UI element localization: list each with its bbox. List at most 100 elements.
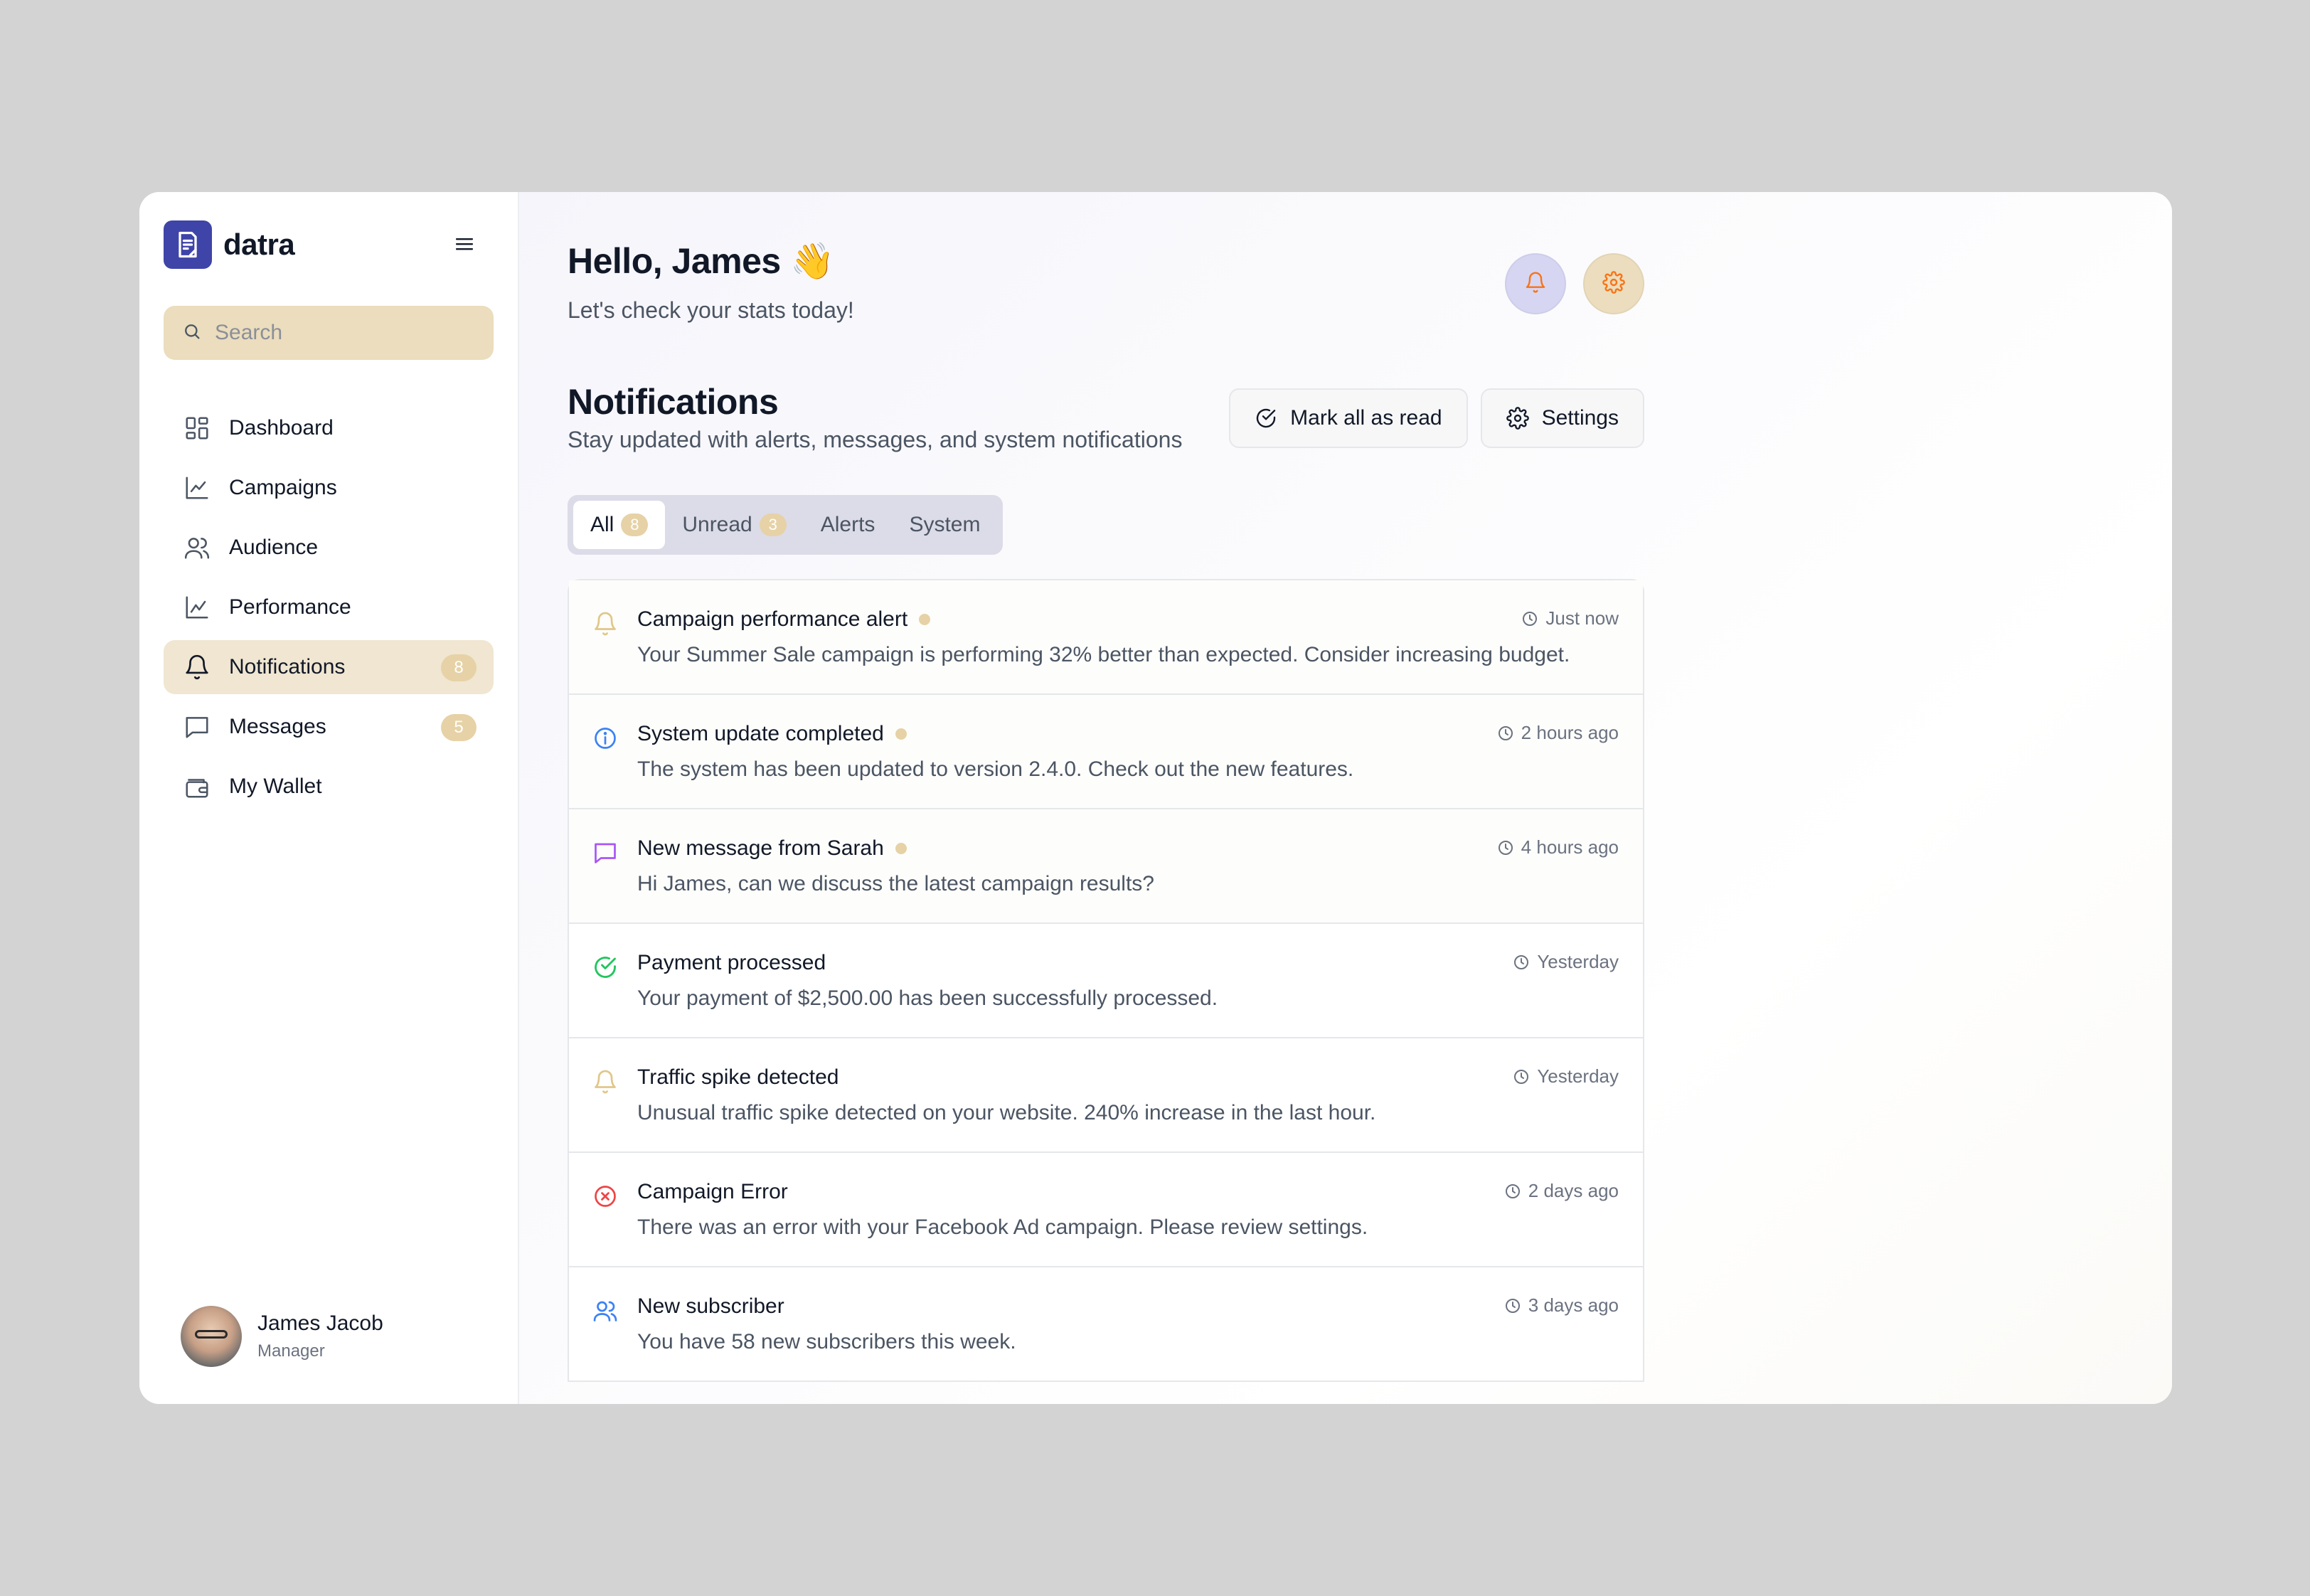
sidebar-item-wallet[interactable]: My Wallet: [164, 760, 494, 814]
header-actions: [1505, 253, 1644, 314]
bell-icon: [1524, 271, 1547, 297]
settings-button[interactable]: Settings: [1480, 388, 1644, 448]
bell-icon: [182, 652, 212, 682]
sidebar-item-audience[interactable]: Audience: [164, 521, 494, 575]
clock-icon: [1498, 725, 1513, 740]
mark-all-read-button[interactable]: Mark all as read: [1229, 388, 1468, 448]
notification-time: Just now: [1521, 607, 1619, 629]
notification-body: There was an error with your Facebook Ad…: [637, 1215, 1368, 1239]
unread-dot: [895, 728, 907, 740]
notification-item[interactable]: Campaign Error There was an error with y…: [569, 1153, 1643, 1267]
brand[interactable]: datra: [164, 220, 494, 269]
user-name: James Jacob: [257, 1312, 383, 1335]
bell-icon: [590, 609, 620, 639]
sidebar-item-label: Performance: [229, 595, 351, 619]
sidebar-item-campaigns[interactable]: Campaigns: [164, 461, 494, 515]
message-icon: [182, 712, 212, 742]
sidebar-nav: Dashboard Campaigns Audience Performance: [164, 401, 494, 814]
user-role: Manager: [257, 1341, 325, 1361]
message-icon: [590, 838, 620, 868]
notifications-title: Notifications: [568, 382, 779, 422]
sidebar-item-performance[interactable]: Performance: [164, 580, 494, 634]
settings-label: Settings: [1541, 406, 1619, 430]
notification-body: Unusual traffic spike detected on your w…: [637, 1101, 1376, 1124]
notification-actions: Mark all as read Settings: [1229, 388, 1644, 448]
clock-icon: [1498, 840, 1513, 855]
clock-icon: [1505, 1183, 1520, 1198]
search-icon: [182, 321, 202, 345]
check-circle-icon: [590, 952, 620, 982]
notification-time: Yesterday: [1513, 1065, 1619, 1087]
notification-item[interactable]: Traffic spike detected Unusual traffic s…: [569, 1038, 1643, 1153]
notification-time: 2 days ago: [1504, 1180, 1619, 1202]
tab-count-badge: 8: [621, 514, 649, 536]
info-icon: [590, 723, 620, 753]
notification-body: You have 58 new subscribers this week.: [637, 1330, 1016, 1353]
users-icon: [182, 533, 212, 563]
notification-time-text: 2 days ago: [1528, 1180, 1619, 1201]
notification-item[interactable]: New subscriber You have 58 new subscribe…: [569, 1267, 1643, 1382]
sidebar: datra Dashboard Campaigns: [139, 192, 519, 1404]
check-circle-icon: [1255, 407, 1277, 430]
menu-toggle-icon[interactable]: [452, 232, 477, 256]
tab-alerts[interactable]: Alerts: [804, 501, 893, 549]
avatar: [181, 1306, 242, 1367]
gear-icon: [1602, 270, 1625, 297]
notification-tabs: All 8 Unread 3 Alerts System: [568, 495, 1004, 555]
notification-time: 4 hours ago: [1497, 836, 1619, 858]
notification-item[interactable]: New message from Sarah Hi James, can we …: [569, 809, 1643, 924]
notification-time: Yesterday: [1513, 951, 1619, 973]
unread-dot: [895, 843, 907, 854]
notification-title: Campaign performance alert: [637, 607, 908, 631]
notification-time: 3 days ago: [1504, 1294, 1619, 1316]
search-box[interactable]: [164, 306, 494, 360]
bell-icon: [590, 1067, 620, 1097]
notification-body: Hi James, can we discuss the latest camp…: [637, 872, 1154, 895]
notification-time-text: Just now: [1545, 607, 1619, 629]
notification-list: Campaign performance alert Your Summer S…: [568, 579, 1644, 1382]
grid-icon: [182, 413, 212, 443]
tab-label: All: [590, 513, 614, 536]
notification-item[interactable]: System update completed The system has b…: [569, 695, 1643, 809]
clock-icon: [1514, 954, 1529, 969]
settings-circle-button[interactable]: [1583, 253, 1644, 314]
search-input[interactable]: [215, 321, 471, 345]
notification-time-text: 4 hours ago: [1521, 836, 1619, 858]
notification-title-row: Campaign performance alert: [637, 607, 931, 632]
notification-title: System update completed: [637, 722, 884, 745]
main-content: Hello, James 👋 Let's check your stats to…: [519, 192, 2172, 1404]
notification-time-text: Yesterday: [1537, 1065, 1619, 1087]
sidebar-item-dashboard[interactable]: Dashboard: [164, 401, 494, 455]
tab-all[interactable]: All 8: [573, 501, 666, 549]
tab-unread[interactable]: Unread 3: [665, 501, 803, 549]
greeting-title: Hello, James 👋: [568, 241, 834, 281]
notification-time-text: Yesterday: [1537, 951, 1619, 972]
notification-body: The system has been updated to version 2…: [637, 757, 1354, 781]
gear-icon: [1506, 407, 1529, 430]
notifications-subtitle: Stay updated with alerts, messages, and …: [568, 427, 1183, 452]
sidebar-item-label: Audience: [229, 536, 319, 559]
sidebar-item-label: Messages: [229, 715, 326, 738]
wallet-icon: [182, 772, 212, 802]
notification-title-row: System update completed: [637, 722, 907, 746]
unread-dot: [919, 614, 931, 625]
notification-time-text: 3 days ago: [1528, 1294, 1619, 1316]
notification-title: Payment processed: [637, 951, 826, 974]
tab-label: Alerts: [820, 513, 875, 536]
tab-label: System: [909, 513, 981, 536]
notification-time-text: 2 hours ago: [1521, 722, 1619, 743]
notification-title-row: New subscriber: [637, 1294, 784, 1319]
sidebar-item-notifications[interactable]: Notifications 8: [164, 640, 494, 694]
chart-line-icon: [182, 592, 212, 622]
notification-item[interactable]: Payment processed Your payment of $2,500…: [569, 924, 1643, 1038]
notifications-count-badge: 8: [441, 654, 477, 681]
clock-icon: [1523, 611, 1538, 626]
notification-item[interactable]: Campaign performance alert Your Summer S…: [569, 580, 1643, 695]
notifications-button[interactable]: [1505, 253, 1566, 314]
x-circle-icon: [590, 1181, 620, 1211]
tab-label: Unread: [682, 513, 752, 536]
user-profile[interactable]: James Jacob Manager: [181, 1306, 383, 1367]
brand-name: datra: [223, 228, 295, 261]
tab-system[interactable]: System: [892, 501, 997, 549]
sidebar-item-messages[interactable]: Messages 5: [164, 700, 494, 754]
